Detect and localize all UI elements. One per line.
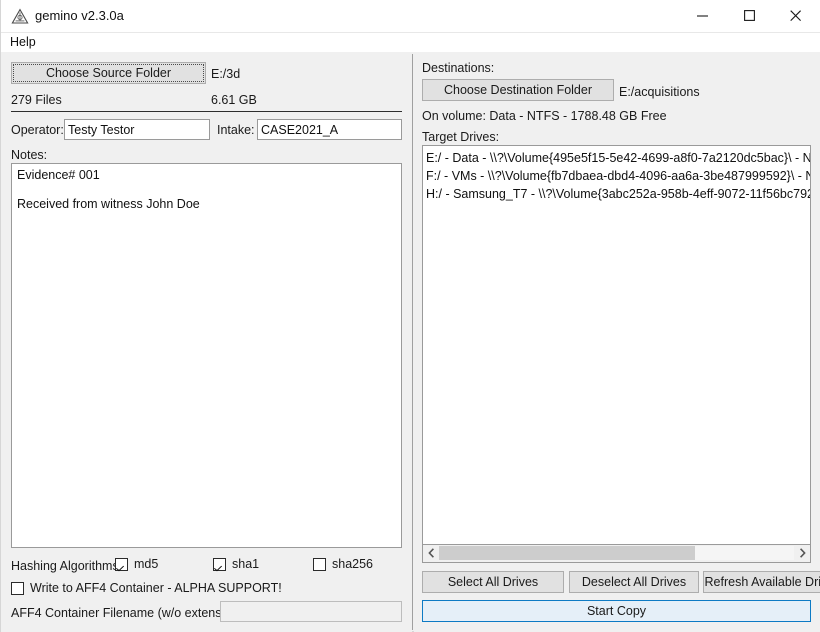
checkbox-sha256-box[interactable] xyxy=(313,557,326,571)
intake-input[interactable] xyxy=(257,119,402,140)
checkbox-aff4-box[interactable] xyxy=(11,581,24,595)
title-bar: gemino v2.3.0a xyxy=(1,0,820,33)
checkbox-write-aff4-container[interactable]: Write to AFF4 Container - ALPHA SUPPORT! xyxy=(11,581,282,595)
checkbox-md5-box[interactable] xyxy=(115,557,128,571)
destination-path-label: E:/acquisitions xyxy=(619,85,700,99)
checkbox-sha1[interactable]: sha1 xyxy=(213,557,259,571)
warning-triangle-icon xyxy=(11,8,29,25)
list-item[interactable]: H:/ - Samsung_T7 - \\?\Volume{3abc252a-9… xyxy=(426,185,810,203)
checkbox-sha1-box[interactable] xyxy=(213,557,226,571)
close-button[interactable] xyxy=(775,0,820,32)
target-drives-list: E:/ - Data - \\?\Volume{495e5f15-5e42-46… xyxy=(423,146,810,203)
chevron-right-icon[interactable] xyxy=(794,545,810,561)
notes-textarea[interactable]: Evidence# 001 Received from witness John… xyxy=(11,163,402,548)
destinations-section-label: Destinations: xyxy=(422,61,495,75)
drive-list-horizontal-scrollbar[interactable] xyxy=(422,545,811,563)
target-drives-label: Target Drives: xyxy=(422,130,500,144)
operator-input[interactable] xyxy=(64,119,210,140)
source-path-label: E:/3d xyxy=(211,67,241,81)
list-item[interactable]: E:/ - Data - \\?\Volume{495e5f15-5e42-46… xyxy=(426,149,810,167)
hashing-algorithms-label: Hashing Algorithms: xyxy=(11,559,123,573)
checkbox-md5[interactable]: md5 xyxy=(115,557,158,571)
close-icon xyxy=(790,10,801,21)
section-divider xyxy=(11,111,402,112)
scrollbar-track[interactable] xyxy=(439,546,794,560)
intake-label: Intake: xyxy=(217,123,255,137)
source-file-count: 279 Files xyxy=(11,93,62,107)
app-window: gemino v2.3.0a Help Choose Source Folder… xyxy=(0,0,820,632)
source-panel: Choose Source Folder E:/3d 279 Files 6.6… xyxy=(1,52,412,632)
checkbox-sha1-label: sha1 xyxy=(232,557,260,571)
deselect-all-drives-button[interactable]: Deselect All Drives xyxy=(569,571,699,593)
panel-divider xyxy=(412,54,413,630)
checkbox-sha256-label: sha256 xyxy=(332,557,374,571)
scrollbar-thumb[interactable] xyxy=(439,546,695,560)
target-drives-listbox[interactable]: E:/ - Data - \\?\Volume{495e5f15-5e42-46… xyxy=(422,145,811,545)
refresh-available-drives-button[interactable]: Refresh Available Drives xyxy=(703,571,820,593)
chevron-left-icon[interactable] xyxy=(423,545,439,561)
checkbox-aff4-label: Write to AFF4 Container - ALPHA SUPPORT! xyxy=(30,581,282,595)
aff4-filename-label: AFF4 Container Filename (w/o extension): xyxy=(11,606,246,620)
minimize-button[interactable] xyxy=(682,0,728,32)
minimize-icon xyxy=(697,15,708,17)
window-title: gemino v2.3.0a xyxy=(35,8,124,23)
notes-label: Notes: xyxy=(11,148,48,162)
maximize-button[interactable] xyxy=(729,0,775,32)
aff4-filename-input[interactable] xyxy=(220,601,402,622)
menu-item-help[interactable]: Help xyxy=(10,35,36,49)
source-total-size: 6.61 GB xyxy=(211,93,257,107)
start-copy-button[interactable]: Start Copy xyxy=(422,600,811,622)
choose-destination-folder-button[interactable]: Choose Destination Folder xyxy=(422,79,614,101)
choose-source-folder-button[interactable]: Choose Source Folder xyxy=(11,62,206,84)
menu-bar: Help xyxy=(1,33,820,52)
select-all-drives-button[interactable]: Select All Drives xyxy=(422,571,564,593)
list-item[interactable]: F:/ - VMs - \\?\Volume{fb7dbaea-dbd4-409… xyxy=(426,167,810,185)
destination-volume-info: On volume: Data - NTFS - 1788.48 GB Free xyxy=(422,109,667,123)
maximize-icon xyxy=(744,10,755,21)
checkbox-md5-label: md5 xyxy=(134,557,159,571)
checkbox-sha256[interactable]: sha256 xyxy=(313,557,373,571)
operator-label: Operator: xyxy=(11,123,64,137)
destinations-panel: Destinations: Choose Destination Folder … xyxy=(414,52,820,632)
